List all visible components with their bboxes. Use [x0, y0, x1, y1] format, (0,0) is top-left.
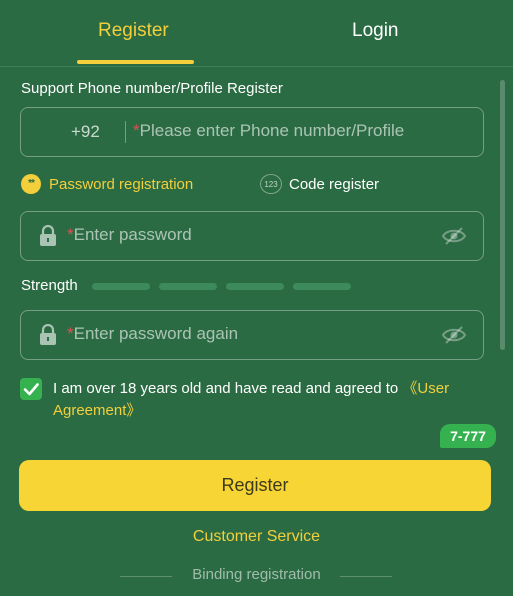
agreement-text: I am over 18 years old and have read and… — [53, 378, 493, 422]
code-register-option[interactable]: 123 Code register — [260, 174, 379, 194]
agreement-checkbox[interactable] — [20, 378, 42, 400]
user-agreement-link[interactable]: 《User — [402, 380, 449, 397]
code-register-label: Code register — [289, 175, 380, 193]
check-icon — [23, 383, 39, 396]
customer-service-link[interactable]: Customer Service — [0, 528, 513, 546]
password-placeholder: *Enter password — [67, 225, 192, 245]
promo-chip[interactable]: 7-777 — [440, 424, 496, 448]
required-mark: * — [133, 121, 140, 140]
eye-off-icon[interactable] — [441, 225, 467, 247]
confirm-password-placeholder-text: Enter password again — [73, 324, 239, 343]
lock-icon — [40, 225, 56, 246]
user-agreement-link-end[interactable]: Agreement》 — [53, 402, 141, 419]
phone-placeholder: *Please enter Phone number/Profile — [133, 121, 404, 141]
code-123-icon: 123 — [260, 174, 282, 194]
scrollbar[interactable] — [500, 80, 505, 350]
phone-input[interactable]: +92 *Please enter Phone number/Profile — [20, 107, 484, 157]
strength-bar — [92, 283, 150, 290]
strength-bar — [226, 283, 284, 290]
binding-registration-link[interactable]: Binding registration — [0, 566, 513, 583]
strength-label: Strength — [21, 277, 78, 294]
active-tab-indicator — [77, 60, 194, 64]
password-registration-option[interactable]: ** Password registration — [21, 174, 193, 194]
country-code-selector[interactable]: +92 — [71, 122, 100, 142]
strength-bar — [159, 283, 217, 290]
binding-registration-row: Binding registration — [0, 566, 513, 586]
auth-tabs: Register Login — [0, 0, 513, 67]
phone-placeholder-text: Please enter Phone number/Profile — [139, 121, 405, 140]
confirm-password-placeholder: *Enter password again — [67, 324, 238, 344]
dots-icon: ** — [21, 174, 41, 194]
password-placeholder-text: Enter password — [73, 225, 192, 244]
strength-bar — [293, 283, 351, 290]
register-button[interactable]: Register — [19, 460, 491, 511]
password-field[interactable]: *Enter password — [20, 211, 484, 261]
divider-line — [340, 576, 392, 577]
lock-icon — [40, 324, 56, 345]
tab-login[interactable]: Login — [352, 20, 399, 42]
phone-section-label: Support Phone number/Profile Register — [21, 80, 283, 97]
confirm-password-field[interactable]: *Enter password again — [20, 310, 484, 360]
tabs-divider — [0, 66, 513, 67]
password-registration-label: Password registration — [49, 175, 194, 193]
prefix-divider — [125, 121, 126, 143]
agreement-statement: I am over 18 years old and have read and… — [53, 380, 403, 397]
tab-register[interactable]: Register — [98, 20, 169, 42]
required-mark: * — [67, 324, 74, 343]
required-mark: * — [67, 225, 74, 244]
eye-off-icon[interactable] — [441, 324, 467, 346]
